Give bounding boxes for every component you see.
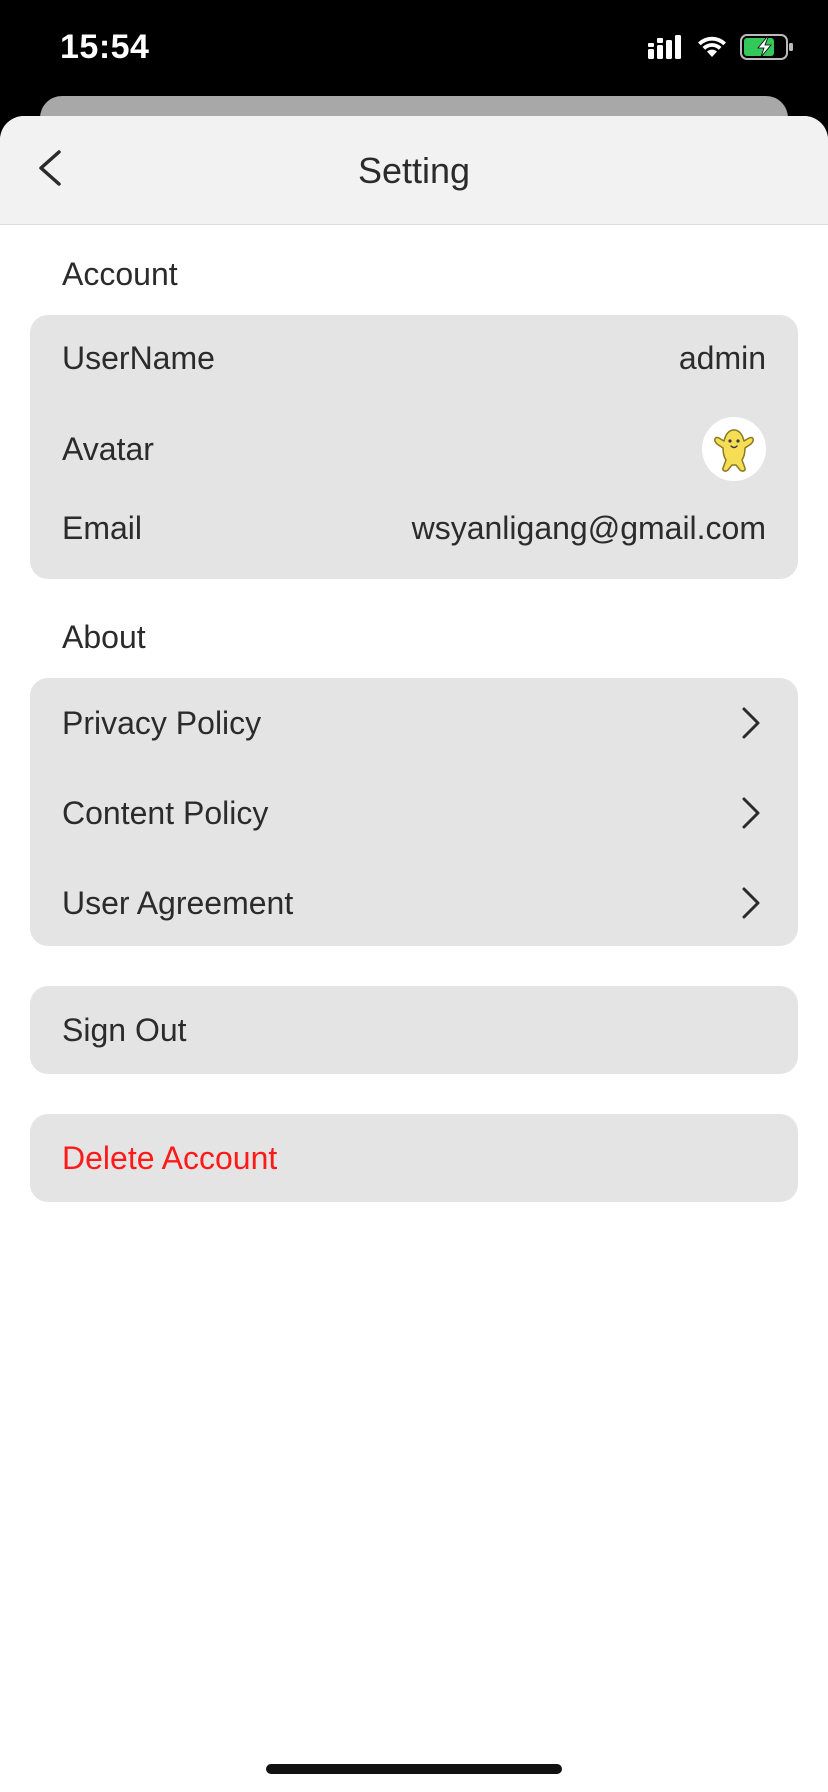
status-bar: 15:54 <box>0 0 828 96</box>
username-value: admin <box>678 339 766 376</box>
user-agreement-row[interactable]: User Agreement <box>62 878 766 928</box>
battery-charging-icon <box>740 34 794 65</box>
user-agreement-label: User Agreement <box>62 884 294 921</box>
sign-out-label: Sign Out <box>62 1011 187 1048</box>
avatar-row[interactable]: Avatar <box>62 414 766 484</box>
privacy-policy-label: Privacy Policy <box>62 704 262 741</box>
chevron-right-icon <box>736 796 766 830</box>
delete-account-button[interactable]: Delete Account <box>30 1114 798 1202</box>
sign-out-row: Sign Out <box>62 1005 766 1055</box>
content-policy-label: Content Policy <box>62 794 269 831</box>
delete-account-label: Delete Account <box>62 1139 278 1176</box>
about-card: Privacy Policy Content Policy User Agree… <box>30 678 798 946</box>
email-label: Email <box>62 509 143 546</box>
username-row: UserName admin <box>62 333 766 383</box>
account-section-header: Account <box>62 256 178 292</box>
status-time: 15:54 <box>60 28 150 66</box>
status-icons <box>648 34 794 65</box>
sign-out-button[interactable]: Sign Out <box>30 986 798 1074</box>
delete-account-row: Delete Account <box>62 1133 766 1183</box>
nav-bar: Setting <box>0 116 828 225</box>
chevron-right-icon <box>736 706 766 740</box>
privacy-policy-row[interactable]: Privacy Policy <box>62 698 766 748</box>
home-indicator[interactable] <box>266 1764 562 1774</box>
email-row: Email wsyanligang@gmail.com <box>62 503 766 553</box>
chevron-right-icon <box>736 886 766 920</box>
avatar-icon[interactable] <box>702 417 766 481</box>
settings-sheet: Setting Account UserName admin Avatar Em… <box>0 116 828 1792</box>
content-policy-row[interactable]: Content Policy <box>62 788 766 838</box>
avatar-label: Avatar <box>62 430 154 467</box>
username-label: UserName <box>62 339 215 376</box>
wifi-icon <box>696 35 728 64</box>
email-value: wsyanligang@gmail.com <box>411 509 766 546</box>
cellular-signal-icon <box>648 35 684 64</box>
page-title: Setting <box>357 150 471 191</box>
account-card: UserName admin Avatar Email wsyanligang@… <box>30 315 798 579</box>
about-section-header: About <box>62 619 146 655</box>
